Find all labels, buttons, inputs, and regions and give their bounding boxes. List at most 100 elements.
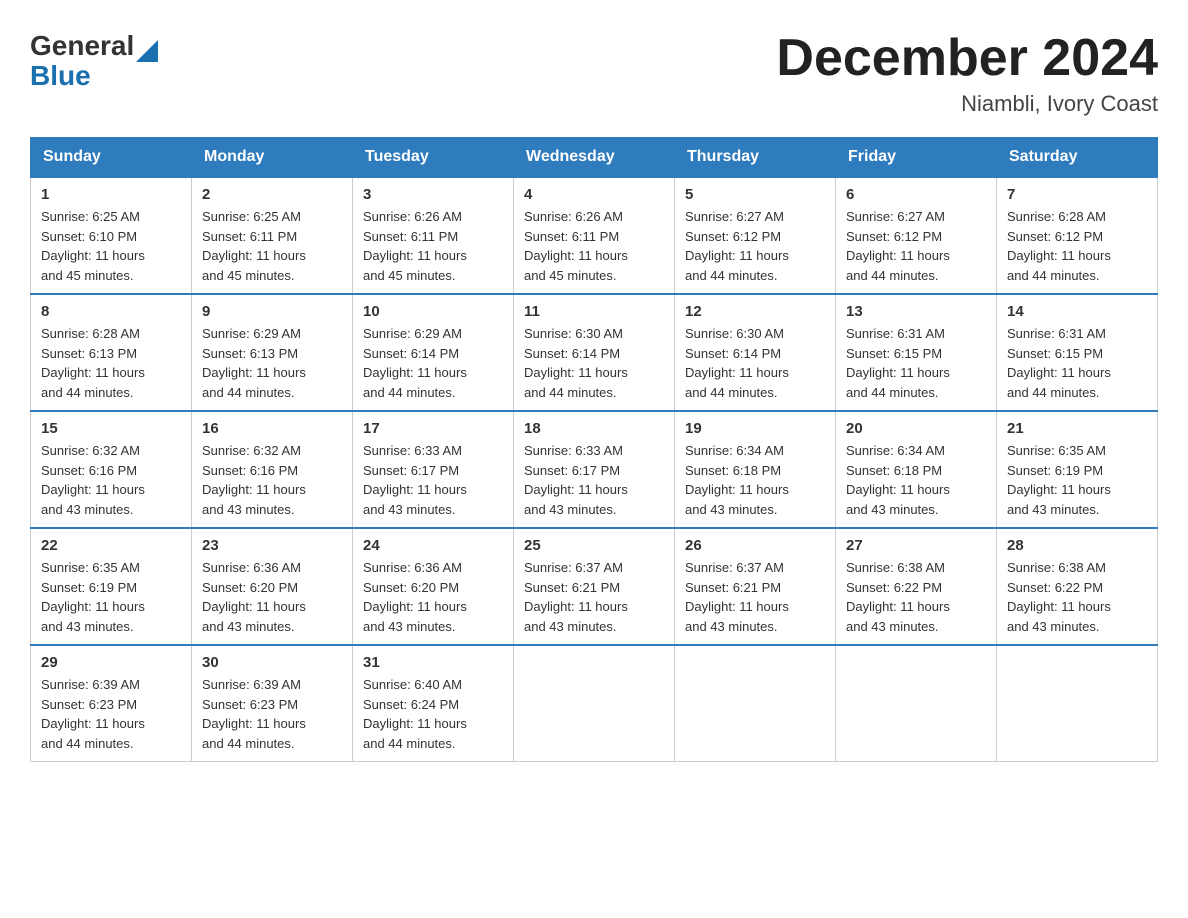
day-number: 2: [202, 186, 342, 203]
calendar-cell: 28 Sunrise: 6:38 AM Sunset: 6:22 PM Dayl…: [997, 528, 1158, 645]
col-saturday: Saturday: [997, 138, 1158, 178]
day-info: Sunrise: 6:39 AM Sunset: 6:23 PM Dayligh…: [41, 675, 181, 753]
day-info: Sunrise: 6:35 AM Sunset: 6:19 PM Dayligh…: [41, 558, 181, 636]
day-info: Sunrise: 6:31 AM Sunset: 6:15 PM Dayligh…: [846, 324, 986, 402]
title-section: December 2024 Niambli, Ivory Coast: [776, 30, 1158, 117]
day-info: Sunrise: 6:38 AM Sunset: 6:22 PM Dayligh…: [846, 558, 986, 636]
calendar-cell: 26 Sunrise: 6:37 AM Sunset: 6:21 PM Dayl…: [675, 528, 836, 645]
calendar-cell: 7 Sunrise: 6:28 AM Sunset: 6:12 PM Dayli…: [997, 177, 1158, 294]
calendar-cell: 24 Sunrise: 6:36 AM Sunset: 6:20 PM Dayl…: [353, 528, 514, 645]
calendar-cell: 12 Sunrise: 6:30 AM Sunset: 6:14 PM Dayl…: [675, 294, 836, 411]
logo: General Blue: [30, 30, 158, 90]
calendar-cell: 9 Sunrise: 6:29 AM Sunset: 6:13 PM Dayli…: [192, 294, 353, 411]
day-info: Sunrise: 6:33 AM Sunset: 6:17 PM Dayligh…: [363, 441, 503, 519]
calendar-cell: 2 Sunrise: 6:25 AM Sunset: 6:11 PM Dayli…: [192, 177, 353, 294]
calendar-cell: 8 Sunrise: 6:28 AM Sunset: 6:13 PM Dayli…: [31, 294, 192, 411]
day-number: 6: [846, 186, 986, 203]
day-info: Sunrise: 6:32 AM Sunset: 6:16 PM Dayligh…: [202, 441, 342, 519]
col-friday: Friday: [836, 138, 997, 178]
col-sunday: Sunday: [31, 138, 192, 178]
day-info: Sunrise: 6:30 AM Sunset: 6:14 PM Dayligh…: [524, 324, 664, 402]
day-number: 25: [524, 537, 664, 554]
month-title: December 2024: [776, 30, 1158, 87]
day-info: Sunrise: 6:26 AM Sunset: 6:11 PM Dayligh…: [524, 207, 664, 285]
calendar-week-row: 8 Sunrise: 6:28 AM Sunset: 6:13 PM Dayli…: [31, 294, 1158, 411]
day-info: Sunrise: 6:36 AM Sunset: 6:20 PM Dayligh…: [363, 558, 503, 636]
calendar-cell: 17 Sunrise: 6:33 AM Sunset: 6:17 PM Dayl…: [353, 411, 514, 528]
day-info: Sunrise: 6:39 AM Sunset: 6:23 PM Dayligh…: [202, 675, 342, 753]
day-number: 31: [363, 654, 503, 671]
col-tuesday: Tuesday: [353, 138, 514, 178]
calendar-cell: 29 Sunrise: 6:39 AM Sunset: 6:23 PM Dayl…: [31, 645, 192, 762]
logo-general-text: General: [30, 30, 134, 62]
col-monday: Monday: [192, 138, 353, 178]
calendar-cell: 16 Sunrise: 6:32 AM Sunset: 6:16 PM Dayl…: [192, 411, 353, 528]
day-info: Sunrise: 6:40 AM Sunset: 6:24 PM Dayligh…: [363, 675, 503, 753]
day-number: 22: [41, 537, 181, 554]
day-info: Sunrise: 6:35 AM Sunset: 6:19 PM Dayligh…: [1007, 441, 1147, 519]
logo-blue-text: Blue: [30, 62, 91, 90]
calendar-cell: 1 Sunrise: 6:25 AM Sunset: 6:10 PM Dayli…: [31, 177, 192, 294]
calendar-cell: [675, 645, 836, 762]
day-info: Sunrise: 6:29 AM Sunset: 6:14 PM Dayligh…: [363, 324, 503, 402]
day-info: Sunrise: 6:27 AM Sunset: 6:12 PM Dayligh…: [846, 207, 986, 285]
calendar-cell: 18 Sunrise: 6:33 AM Sunset: 6:17 PM Dayl…: [514, 411, 675, 528]
calendar-cell: 3 Sunrise: 6:26 AM Sunset: 6:11 PM Dayli…: [353, 177, 514, 294]
day-info: Sunrise: 6:33 AM Sunset: 6:17 PM Dayligh…: [524, 441, 664, 519]
day-info: Sunrise: 6:28 AM Sunset: 6:13 PM Dayligh…: [41, 324, 181, 402]
day-number: 14: [1007, 303, 1147, 320]
day-number: 9: [202, 303, 342, 320]
calendar-table: Sunday Monday Tuesday Wednesday Thursday…: [30, 137, 1158, 762]
day-number: 7: [1007, 186, 1147, 203]
calendar-cell: 5 Sunrise: 6:27 AM Sunset: 6:12 PM Dayli…: [675, 177, 836, 294]
day-info: Sunrise: 6:34 AM Sunset: 6:18 PM Dayligh…: [846, 441, 986, 519]
day-number: 19: [685, 420, 825, 437]
day-number: 12: [685, 303, 825, 320]
day-number: 16: [202, 420, 342, 437]
calendar-cell: [514, 645, 675, 762]
day-number: 4: [524, 186, 664, 203]
calendar-cell: 4 Sunrise: 6:26 AM Sunset: 6:11 PM Dayli…: [514, 177, 675, 294]
day-number: 11: [524, 303, 664, 320]
day-number: 8: [41, 303, 181, 320]
calendar-week-row: 22 Sunrise: 6:35 AM Sunset: 6:19 PM Dayl…: [31, 528, 1158, 645]
day-number: 26: [685, 537, 825, 554]
day-info: Sunrise: 6:37 AM Sunset: 6:21 PM Dayligh…: [685, 558, 825, 636]
page-header: General Blue December 2024 Niambli, Ivor…: [30, 30, 1158, 117]
day-number: 15: [41, 420, 181, 437]
day-number: 23: [202, 537, 342, 554]
day-number: 13: [846, 303, 986, 320]
calendar-cell: 25 Sunrise: 6:37 AM Sunset: 6:21 PM Dayl…: [514, 528, 675, 645]
day-info: Sunrise: 6:28 AM Sunset: 6:12 PM Dayligh…: [1007, 207, 1147, 285]
logo-arrow-icon: [136, 40, 158, 62]
calendar-cell: 27 Sunrise: 6:38 AM Sunset: 6:22 PM Dayl…: [836, 528, 997, 645]
day-info: Sunrise: 6:34 AM Sunset: 6:18 PM Dayligh…: [685, 441, 825, 519]
calendar-cell: 10 Sunrise: 6:29 AM Sunset: 6:14 PM Dayl…: [353, 294, 514, 411]
day-number: 10: [363, 303, 503, 320]
day-info: Sunrise: 6:29 AM Sunset: 6:13 PM Dayligh…: [202, 324, 342, 402]
calendar-cell: [836, 645, 997, 762]
day-info: Sunrise: 6:26 AM Sunset: 6:11 PM Dayligh…: [363, 207, 503, 285]
calendar-cell: 20 Sunrise: 6:34 AM Sunset: 6:18 PM Dayl…: [836, 411, 997, 528]
calendar-cell: 21 Sunrise: 6:35 AM Sunset: 6:19 PM Dayl…: [997, 411, 1158, 528]
day-number: 30: [202, 654, 342, 671]
day-number: 17: [363, 420, 503, 437]
calendar-header-row: Sunday Monday Tuesday Wednesday Thursday…: [31, 138, 1158, 178]
calendar-week-row: 15 Sunrise: 6:32 AM Sunset: 6:16 PM Dayl…: [31, 411, 1158, 528]
day-number: 24: [363, 537, 503, 554]
day-info: Sunrise: 6:25 AM Sunset: 6:11 PM Dayligh…: [202, 207, 342, 285]
calendar-cell: 23 Sunrise: 6:36 AM Sunset: 6:20 PM Dayl…: [192, 528, 353, 645]
calendar-cell: 11 Sunrise: 6:30 AM Sunset: 6:14 PM Dayl…: [514, 294, 675, 411]
day-number: 29: [41, 654, 181, 671]
day-info: Sunrise: 6:25 AM Sunset: 6:10 PM Dayligh…: [41, 207, 181, 285]
day-info: Sunrise: 6:36 AM Sunset: 6:20 PM Dayligh…: [202, 558, 342, 636]
calendar-cell: 30 Sunrise: 6:39 AM Sunset: 6:23 PM Dayl…: [192, 645, 353, 762]
day-info: Sunrise: 6:37 AM Sunset: 6:21 PM Dayligh…: [524, 558, 664, 636]
calendar-cell: 19 Sunrise: 6:34 AM Sunset: 6:18 PM Dayl…: [675, 411, 836, 528]
calendar-cell: 6 Sunrise: 6:27 AM Sunset: 6:12 PM Dayli…: [836, 177, 997, 294]
day-number: 20: [846, 420, 986, 437]
col-wednesday: Wednesday: [514, 138, 675, 178]
day-info: Sunrise: 6:32 AM Sunset: 6:16 PM Dayligh…: [41, 441, 181, 519]
calendar-cell: 14 Sunrise: 6:31 AM Sunset: 6:15 PM Dayl…: [997, 294, 1158, 411]
day-number: 3: [363, 186, 503, 203]
